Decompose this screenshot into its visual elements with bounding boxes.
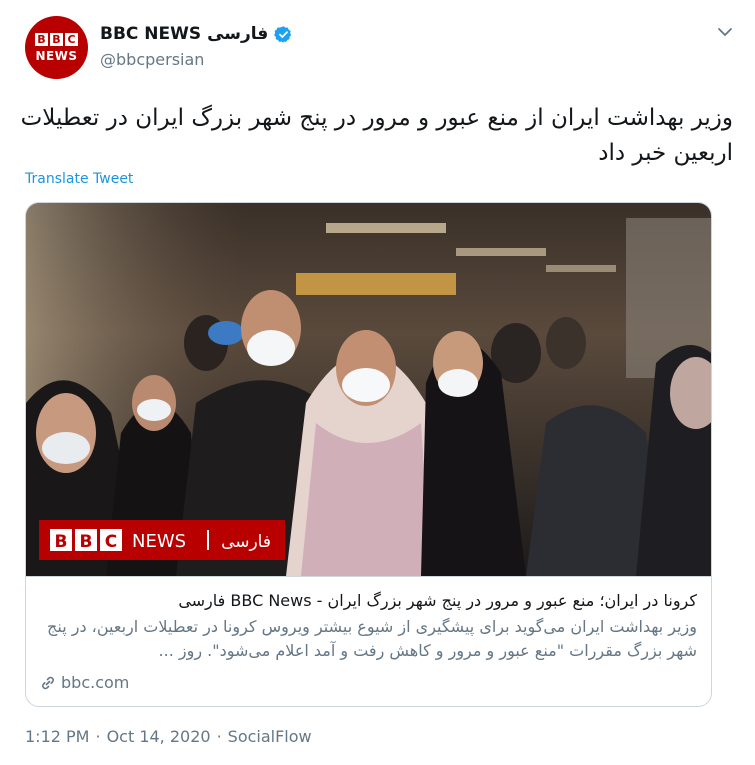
overlay-bbc-c: C [105,532,117,552]
bbc-block-b2: B [50,33,63,46]
overlay-bbc-b1: B [55,532,68,552]
separator: · [95,727,101,746]
tweet-date[interactable]: Oct 14, 2020 [107,727,211,746]
tweet-source[interactable]: SocialFlow [228,727,312,746]
bbc-logo: B B C [35,33,78,46]
tweet-time[interactable]: 1:12 PM [25,727,89,746]
overlay-news-text: NEWS [132,531,186,552]
link-card[interactable]: B B C NEWS فارسی کرونا در ایران؛ منع عبو… [25,202,712,707]
card-title[interactable]: کرونا در ایران؛ منع عبور و مرور در پنج ش… [37,591,697,610]
translate-tweet-link[interactable]: Translate Tweet [25,171,133,187]
overlay-persian-text: فارسی [221,532,271,552]
card-domain: bbc.com [61,673,130,692]
display-name[interactable]: BBC NEWS فارسی [100,24,268,44]
tweet: B B C NEWS BBC NEWS فارسی @bbcpersian وز… [0,0,755,765]
separator: · [216,727,222,746]
handle[interactable]: @bbcpersian [100,50,204,69]
bbc-block-b1: B [35,33,48,46]
card-body[interactable]: کرونا در ایران؛ منع عبور و مرور در پنج ش… [26,576,711,706]
card-photo[interactable]: B B C NEWS فارسی [26,203,711,576]
avatar[interactable]: B B C NEWS [25,16,88,79]
author-name-row[interactable]: BBC NEWS فارسی [100,24,293,44]
avatar-news-text: NEWS [35,49,78,63]
verified-badge-icon [274,25,292,43]
tweet-metadata: 1:12 PM · Oct 14, 2020 · SocialFlow [25,727,312,746]
chevron-down-icon[interactable] [717,26,733,38]
bbc-block-c: C [65,33,78,46]
overlay-bbc-b2: B [80,532,93,552]
tweet-text: وزیر بهداشت ایران از منع عبور و مرور در … [20,105,733,166]
card-domain-link[interactable]: bbc.com [40,673,129,692]
link-icon [42,676,54,689]
card-description: وزیر بهداشت ایران می‌گوید برای پیشگیری ا… [47,617,697,660]
